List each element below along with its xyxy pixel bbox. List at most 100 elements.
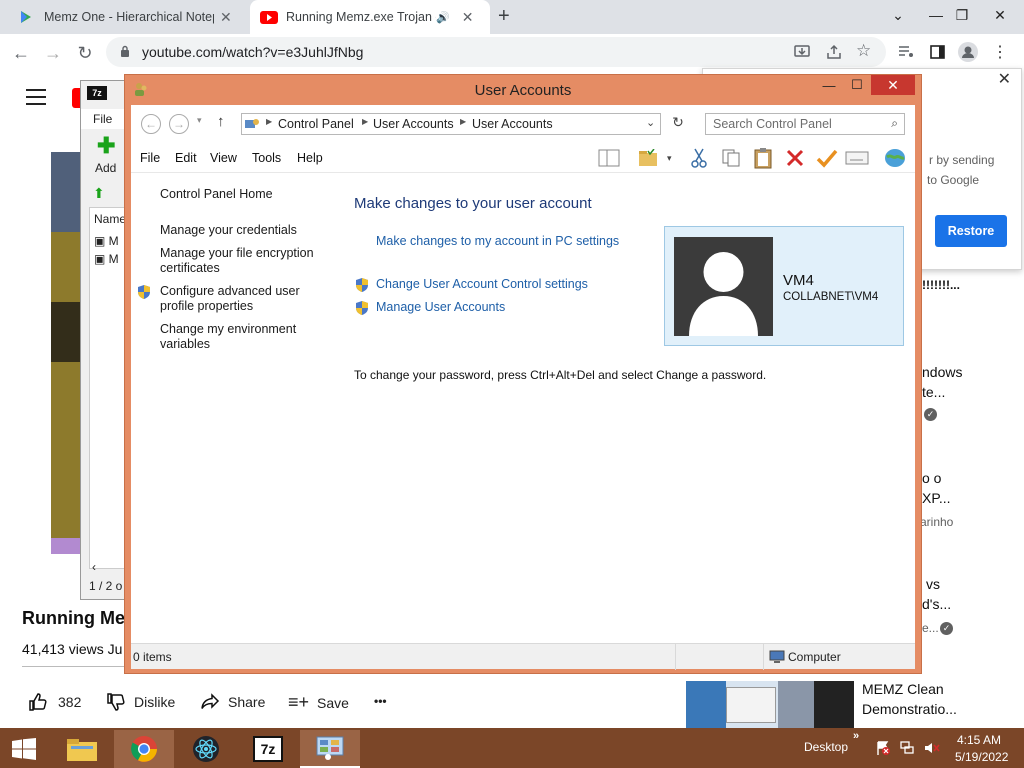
rename-icon[interactable]: [845, 147, 869, 169]
control-panel-taskbar-icon[interactable]: [300, 730, 360, 768]
breadcrumb-user-accounts[interactable]: User Accounts: [373, 117, 454, 131]
related-video-title[interactable]: Demonstratio...: [862, 701, 957, 717]
copy-icon[interactable]: [719, 147, 743, 169]
manage-encryption-link[interactable]: Manage your file encryption certificates: [160, 246, 314, 276]
minimize-icon[interactable]: —: [815, 75, 843, 95]
dropdown-chevron-icon[interactable]: ▾: [667, 153, 672, 164]
profile-avatar-icon[interactable]: [958, 42, 978, 62]
related-video-title[interactable]: vs: [926, 576, 940, 592]
bookmark-star-icon[interactable]: ☆: [856, 41, 871, 61]
dislike-button[interactable]: Dislike: [106, 692, 175, 712]
related-video-title[interactable]: ndows: [922, 364, 962, 380]
toolbar-overflow-chevron-icon[interactable]: »: [853, 730, 859, 742]
list-item[interactable]: ▣ M: [94, 252, 119, 266]
related-video-title[interactable]: te...: [922, 384, 945, 400]
paste-clipboard-icon[interactable]: [751, 147, 775, 169]
related-video-title[interactable]: XP...: [922, 490, 951, 506]
related-video-title[interactable]: !!!!!!!...: [922, 278, 960, 292]
speaker-icon[interactable]: 🔊: [436, 11, 450, 24]
desktop-toolbar-label[interactable]: Desktop: [804, 740, 848, 754]
user-accounts-window[interactable]: User Accounts — ☐ ✕ ← → ▾ ↑ ▶ Control Pa…: [124, 74, 922, 674]
clock-time[interactable]: 4:15 AM: [957, 733, 1001, 747]
control-panel-home-link[interactable]: Control Panel Home: [160, 187, 273, 202]
network-icon[interactable]: [900, 741, 914, 755]
video-player[interactable]: [51, 152, 81, 554]
breadcrumb-chevron-icon[interactable]: ▶: [362, 117, 368, 126]
manage-user-accounts-link[interactable]: Manage User Accounts: [376, 300, 505, 315]
menu-edit[interactable]: Edit: [175, 151, 197, 165]
close-icon[interactable]: ✕: [462, 9, 474, 26]
configure-advanced-profile-link[interactable]: Configure advanced user profile properti…: [160, 284, 300, 314]
like-button[interactable]: 382: [28, 692, 81, 712]
share-icon[interactable]: [826, 44, 842, 60]
chevron-down-icon[interactable]: ⌄: [646, 116, 655, 129]
close-icon[interactable]: ✕: [220, 9, 232, 26]
sevenzip-taskbar-icon[interactable]: 7z: [238, 730, 298, 768]
preview-pane-icon[interactable]: [597, 147, 621, 169]
recent-pages-chevron-icon[interactable]: ▾: [197, 115, 202, 126]
forward-arrow-icon[interactable]: →: [169, 114, 189, 134]
name-column-header[interactable]: Name: [94, 212, 126, 226]
side-panel-icon[interactable]: [930, 45, 945, 59]
pc-settings-link[interactable]: Make changes to my account in PC setting…: [376, 234, 619, 249]
breadcrumb-control-panel[interactable]: Control Panel: [278, 117, 354, 131]
menu-file[interactable]: File: [140, 151, 160, 165]
restore-button[interactable]: Restore: [935, 215, 1007, 247]
clock-date[interactable]: 5/19/2022: [955, 750, 1008, 764]
add-plus-icon[interactable]: ✚: [97, 135, 115, 157]
breadcrumb-bar[interactable]: ▶ Control Panel ▶ User Accounts ▶ User A…: [241, 113, 661, 135]
folder-options-icon[interactable]: [637, 147, 661, 169]
scroll-left-icon[interactable]: ‹: [92, 560, 96, 574]
up-arrow-icon[interactable]: ↑: [217, 113, 225, 130]
cut-scissors-icon[interactable]: [687, 147, 711, 169]
save-button[interactable]: ≡+ Save: [288, 692, 349, 713]
reload-icon[interactable]: ↻: [70, 38, 100, 68]
kebab-menu-icon[interactable]: ⋮: [992, 42, 1008, 62]
close-window-icon[interactable]: ✕: [978, 0, 1022, 30]
chrome-icon[interactable]: [114, 730, 174, 768]
sevenzip-menu-file[interactable]: File: [93, 112, 112, 126]
up-folder-icon[interactable]: ⬆: [93, 185, 105, 202]
share-button[interactable]: Share: [200, 692, 265, 712]
react-devtools-icon[interactable]: [176, 730, 236, 768]
menu-view[interactable]: View: [210, 151, 237, 165]
volume-muted-icon[interactable]: [924, 741, 940, 755]
related-video-title[interactable]: d's...: [922, 596, 951, 612]
related-video-title[interactable]: o o: [922, 470, 941, 486]
related-video-thumbnail[interactable]: [686, 681, 854, 728]
back-arrow-icon[interactable]: ←: [6, 38, 36, 68]
maximize-icon[interactable]: ☐: [843, 75, 871, 95]
action-center-flag-icon[interactable]: [876, 741, 890, 755]
install-icon[interactable]: [794, 44, 810, 60]
close-icon[interactable]: ✕: [998, 69, 1011, 89]
forward-arrow-icon[interactable]: →: [38, 38, 68, 68]
close-icon[interactable]: ✕: [871, 75, 915, 95]
delete-x-icon[interactable]: [783, 147, 807, 169]
related-video-title[interactable]: MEMZ Clean: [862, 681, 944, 697]
sevenzip-window[interactable]: 7z File ✚ Add ⬆ Name ▣ M ▣ M ‹ 1 / 2 o: [80, 80, 127, 600]
menu-help[interactable]: Help: [297, 151, 323, 165]
back-arrow-icon[interactable]: ←: [141, 114, 161, 134]
media-queue-icon[interactable]: [898, 45, 914, 59]
manage-credentials-link[interactable]: Manage your credentials: [160, 223, 297, 238]
breadcrumb-user-accounts-current[interactable]: User Accounts: [472, 117, 553, 131]
window-title-bar[interactable]: User Accounts — ☐ ✕: [125, 75, 921, 105]
search-control-panel-input[interactable]: Search Control Panel ⌕: [705, 113, 905, 135]
list-item[interactable]: ▣ M: [94, 234, 119, 248]
more-actions-button[interactable]: •••: [374, 694, 387, 708]
breadcrumb-chevron-icon[interactable]: ▶: [460, 117, 466, 126]
menu-tools[interactable]: Tools: [252, 151, 281, 165]
new-tab-plus-icon[interactable]: +: [498, 5, 510, 28]
globe-icon[interactable]: [883, 147, 907, 169]
file-explorer-icon[interactable]: [52, 730, 112, 768]
address-bar[interactable]: youtube.com/watch?v=e3JuhlJfNbg ☆: [106, 37, 886, 67]
tab-memz-one[interactable]: Memz One - Hierarchical Notepad ✕: [8, 0, 248, 34]
search-icon[interactable]: ⌕: [891, 116, 898, 131]
refresh-icon[interactable]: ↻: [667, 114, 689, 134]
hamburger-menu-icon[interactable]: [26, 89, 46, 105]
properties-check-icon[interactable]: [815, 147, 839, 169]
change-environment-variables-link[interactable]: Change my environment variables: [160, 322, 296, 352]
breadcrumb-chevron-icon[interactable]: ▶: [266, 117, 272, 126]
tab-running-memz[interactable]: Running Memz.exe Trojan on 🔊 ✕: [250, 0, 490, 34]
start-windows-icon[interactable]: [0, 730, 48, 768]
